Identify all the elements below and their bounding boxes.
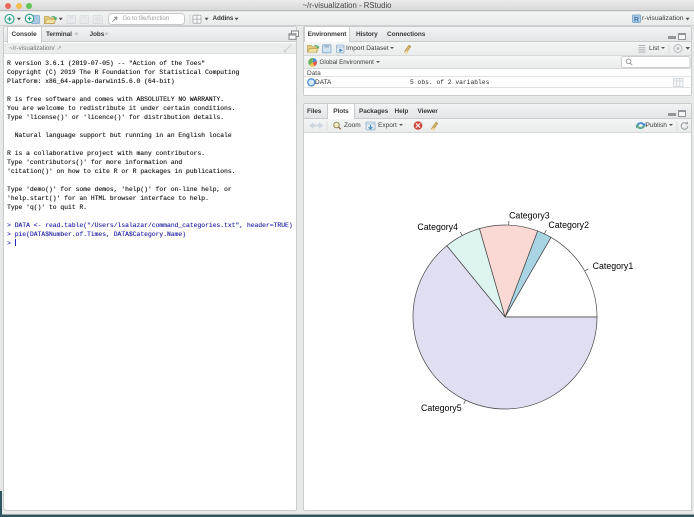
svg-text:Category5: Category5 (421, 403, 462, 413)
svg-text:Category1: Category1 (593, 261, 634, 271)
svg-text:Category4: Category4 (417, 222, 458, 232)
svg-text:Category2: Category2 (548, 220, 589, 230)
svg-text:Category3: Category3 (509, 210, 550, 220)
svg-text:R: R (634, 17, 639, 24)
